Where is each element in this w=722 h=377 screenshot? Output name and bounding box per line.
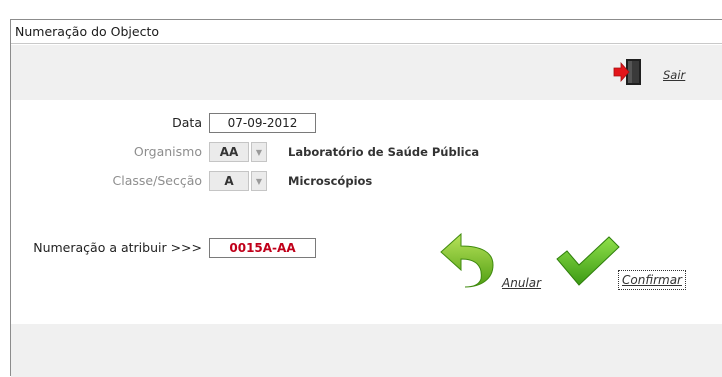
numbering-field: 0015A-AA [209, 238, 316, 258]
toolbar: Sair [11, 45, 722, 100]
undo-arrow-icon[interactable] [439, 232, 499, 288]
chevron-down-icon[interactable]: ▼ [251, 171, 267, 191]
title-bar: Numeração do Objecto [11, 20, 722, 44]
window-title: Numeração do Objecto [15, 24, 160, 39]
class-section-select[interactable]: A ▼ [209, 171, 267, 191]
class-section-description: Microscópios [288, 174, 373, 188]
exit-link[interactable]: Sair [663, 68, 685, 82]
organism-code: AA [209, 142, 249, 162]
date-field[interactable]: 07-09-2012 [209, 113, 316, 133]
class-section-code: A [209, 171, 249, 191]
date-label: Data [172, 115, 202, 130]
cancel-link[interactable]: Anular [502, 276, 541, 290]
confirm-link[interactable]: Confirmar [618, 270, 686, 290]
exit-door-icon[interactable] [612, 58, 644, 86]
organism-description: Laboratório de Saúde Pública [288, 145, 480, 159]
checkmark-icon[interactable] [555, 235, 621, 287]
numbering-label: Numeração a atribuir >>> [33, 240, 202, 255]
chevron-down-icon[interactable]: ▼ [251, 142, 267, 162]
class-section-label: Classe/Secção [112, 173, 202, 188]
numbering-form: Data 07-09-2012 Organismo AA ▼ Laboratór… [11, 100, 722, 324]
numbering-window: Numeração do Objecto Sair Data 07-09-201… [10, 19, 722, 377]
bottom-bar [11, 324, 722, 377]
organism-label: Organismo [133, 144, 202, 159]
organism-select[interactable]: AA ▼ [209, 142, 267, 162]
